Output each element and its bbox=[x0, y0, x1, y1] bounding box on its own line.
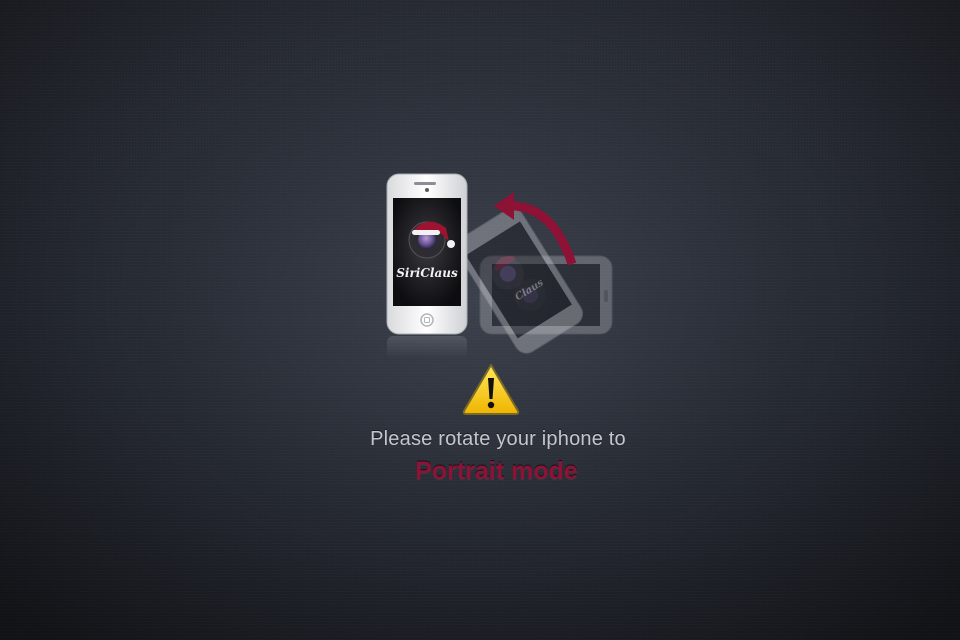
brand-text: SiriClaus bbox=[396, 266, 458, 280]
front-portrait-phone: SiriClaus bbox=[386, 173, 468, 335]
rotate-phone-illustration: Claus SiriClaus bbox=[386, 173, 613, 358]
warning-icon bbox=[462, 364, 520, 415]
rotate-instruction-text: Please rotate your iphone to bbox=[370, 428, 626, 450]
rotate-device-screen: Claus SiriClaus Please rotate your iphon… bbox=[0, 0, 960, 640]
phone-reflection bbox=[387, 336, 467, 358]
portrait-mode-text: Portrait mode bbox=[415, 457, 578, 485]
